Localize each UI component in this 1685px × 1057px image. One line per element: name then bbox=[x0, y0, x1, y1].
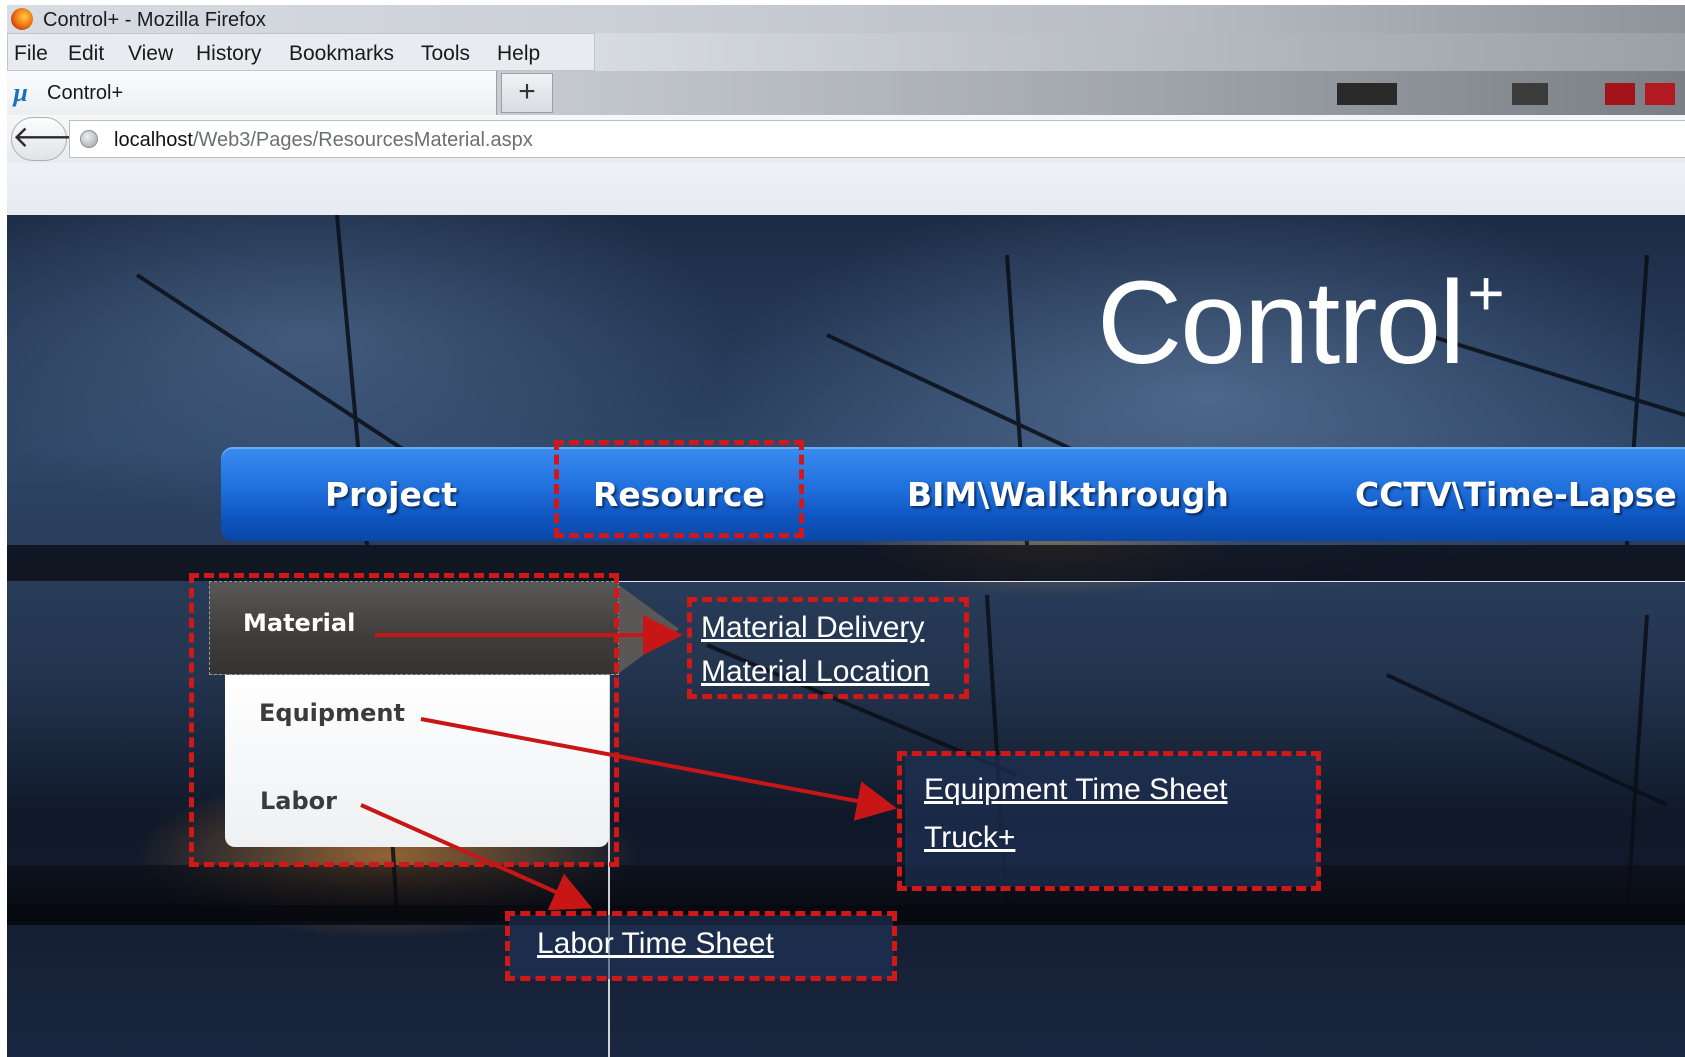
web-page: Control+ Project Resource BIM\Walkthroug… bbox=[7, 215, 1685, 1057]
navigation-bar: 🡐 localhost/Web3/Pages/ResourcesMaterial… bbox=[7, 115, 1685, 164]
annotation-box-labor-links bbox=[505, 911, 897, 981]
toolbar-decor-icon bbox=[1605, 83, 1635, 105]
url-path: /Web3/Pages/ResourcesMaterial.aspx bbox=[192, 129, 533, 151]
annotation-box-equipment-links bbox=[897, 751, 1321, 891]
new-tab-button[interactable]: + bbox=[501, 73, 553, 113]
site-favicon-icon: µ bbox=[13, 78, 28, 107]
menu-items: File Edit View History Bookmarks Tools H… bbox=[7, 33, 595, 71]
annotation-box-submenu bbox=[189, 573, 619, 867]
menu-help[interactable]: Help bbox=[497, 42, 540, 66]
globe-icon bbox=[80, 130, 98, 148]
window-title: Control+ - Mozilla Firefox bbox=[43, 9, 266, 31]
logo-text: Control bbox=[1097, 257, 1465, 389]
toolbar-decor-icon bbox=[1337, 83, 1397, 105]
menu-history[interactable]: History bbox=[196, 42, 261, 66]
nav-cctv-time-lapse[interactable]: CCTV\Time-Lapse bbox=[1355, 475, 1677, 514]
tab-bar: µ Control+ + bbox=[7, 71, 1685, 115]
menu-edit[interactable]: Edit bbox=[68, 42, 104, 66]
site-logo: Control+ bbox=[1097, 255, 1505, 391]
tab-control-plus[interactable]: µ Control+ bbox=[7, 71, 497, 115]
toolbar-decor-icon bbox=[1512, 83, 1548, 105]
main-nav-bar: Project Resource BIM\Walkthrough CCTV\Ti… bbox=[221, 447, 1685, 541]
tab-label: Control+ bbox=[47, 82, 124, 104]
menu-view[interactable]: View bbox=[128, 42, 173, 66]
menu-file[interactable]: File bbox=[14, 42, 48, 66]
annotation-box-material-links bbox=[687, 597, 969, 699]
firefox-icon bbox=[11, 8, 33, 30]
submenu-pointer-icon bbox=[619, 585, 679, 673]
toolbar-decor-icon bbox=[1645, 83, 1675, 105]
menu-bookmarks[interactable]: Bookmarks bbox=[289, 42, 394, 66]
browser-window: Control+ - Mozilla Firefox File Edit Vie… bbox=[7, 5, 1685, 1057]
title-bar: Control+ - Mozilla Firefox bbox=[7, 5, 1685, 33]
menu-tools[interactable]: Tools bbox=[421, 42, 470, 66]
address-bar[interactable]: localhost/Web3/Pages/ResourcesMaterial.a… bbox=[69, 120, 1685, 158]
logo-plus: + bbox=[1467, 257, 1504, 329]
url-host: localhost bbox=[114, 129, 193, 151]
toolbar-spacer bbox=[7, 163, 1685, 215]
url-text: localhost/Web3/Pages/ResourcesMaterial.a… bbox=[114, 129, 533, 152]
nav-bim-walkthrough[interactable]: BIM\Walkthrough bbox=[907, 475, 1229, 514]
nav-project[interactable]: Project bbox=[325, 475, 457, 514]
back-button[interactable]: 🡐 bbox=[11, 117, 92, 161]
divider-line bbox=[619, 581, 1685, 582]
annotation-box-resource bbox=[554, 440, 804, 538]
menu-bar: File Edit View History Bookmarks Tools H… bbox=[7, 33, 1685, 71]
